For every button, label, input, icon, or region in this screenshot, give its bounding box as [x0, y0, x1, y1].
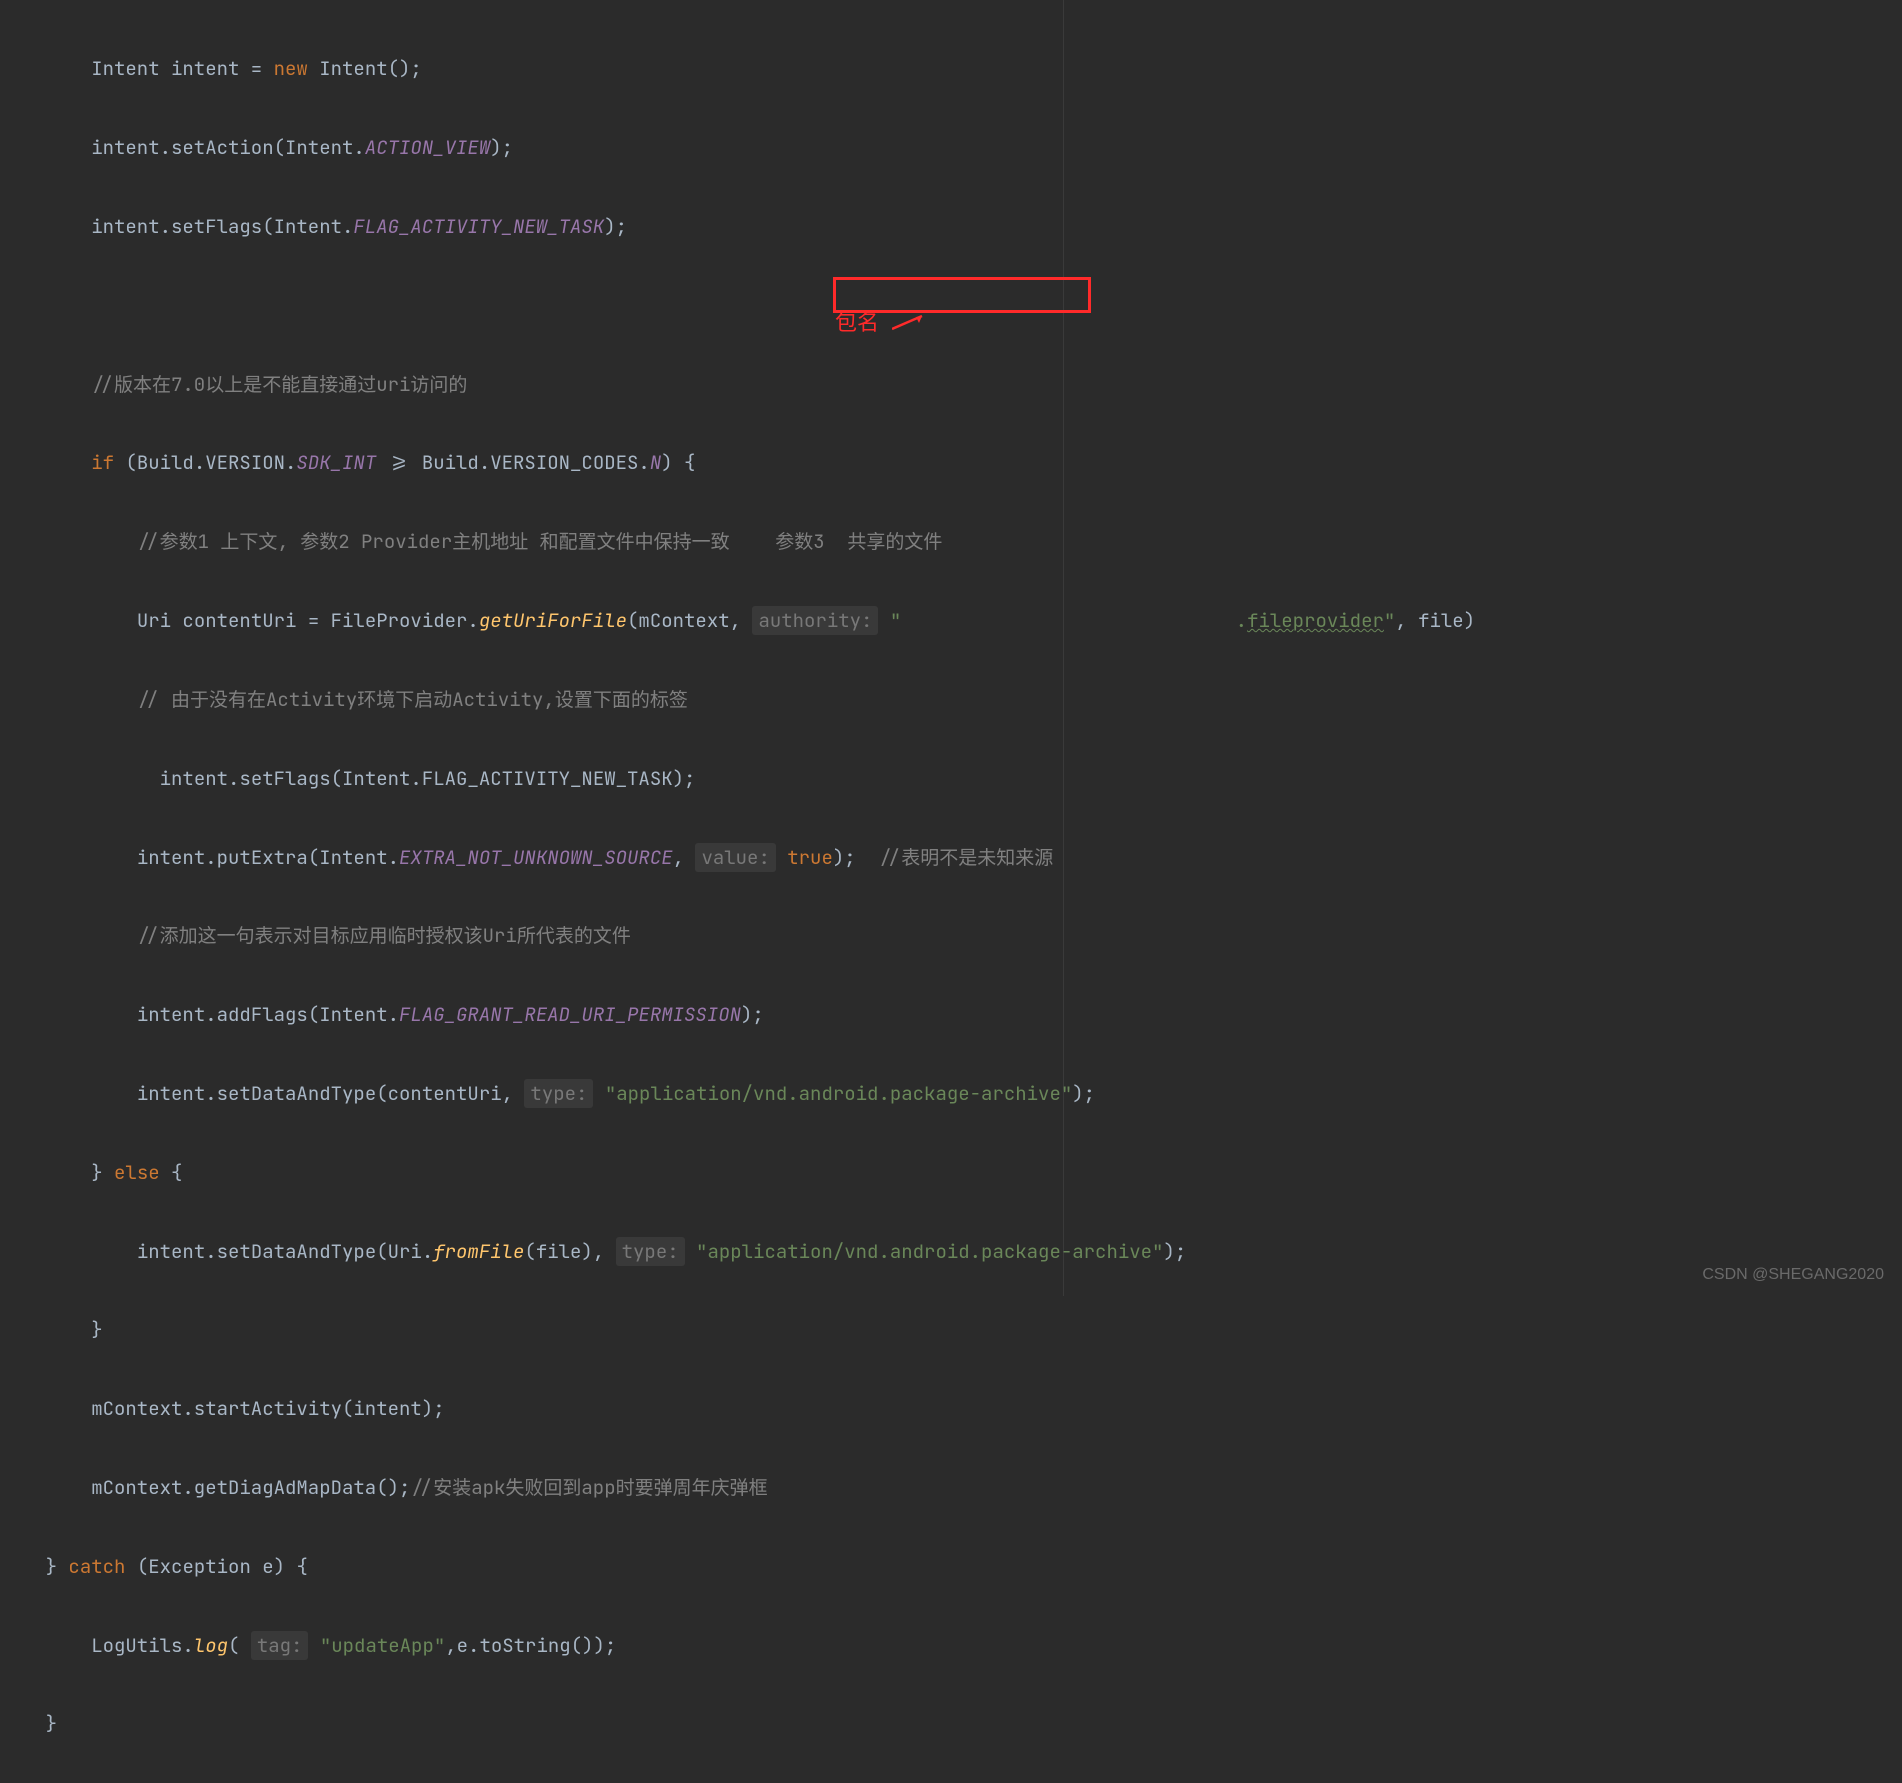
code-text: }: [91, 1317, 102, 1342]
code-comment: //版本在7.0以上是不能直接通过uri访问的: [91, 372, 467, 397]
code-text: } else {: [91, 1160, 182, 1185]
code-text: }: [46, 1711, 57, 1736]
code-text: intent.setDataAndType(contentUri, type: …: [137, 1079, 1095, 1108]
param-hint: tag:: [251, 1631, 309, 1660]
code-text: Uri contentUri = FileProvider.getUriForF…: [137, 606, 1475, 635]
code-editor[interactable]: Intent intent = new Intent(); intent.set…: [0, 0, 1902, 1783]
param-hint: value:: [695, 843, 775, 872]
param-hint: authority:: [752, 606, 878, 635]
code-text: if (Build.VERSION.SDK_INT >= Build.VERSI…: [91, 450, 695, 475]
code-comment: // 由于没有在Activity环境下启动Activity,设置下面的标签: [137, 687, 688, 712]
code-comment: //添加这一句表示对目标应用临时授权该Uri所代表的文件: [137, 923, 631, 948]
code-text: intent.setFlags(Intent.FLAG_ACTIVITY_NEW…: [137, 766, 696, 791]
param-hint: type:: [616, 1237, 685, 1266]
code-comment: //参数1 上下文, 参数2 Provider主机地址 和配置文件中保持一致 参…: [137, 529, 943, 554]
param-hint: type:: [524, 1079, 593, 1108]
code-text: LogUtils.log( tag: "updateApp",e.toStrin…: [91, 1631, 616, 1660]
code-text: mContext.startActivity(intent);: [91, 1396, 444, 1421]
code-text: intent.setDataAndType(Uri.fromFile(file)…: [137, 1237, 1186, 1266]
code-text: mContext.getDiagAdMapData();//安装apk失败回到a…: [91, 1475, 767, 1500]
code-text: intent.setFlags(Intent.FLAG_ACTIVITY_NEW…: [91, 214, 627, 239]
code-text: intent.setAction(Intent.ACTION_VIEW);: [91, 135, 513, 160]
code-text: Intent intent = new Intent();: [91, 56, 422, 81]
code-text: intent.addFlags(Intent.FLAG_GRANT_READ_U…: [137, 1002, 764, 1027]
code-text: } catch (Exception e) {: [46, 1554, 308, 1579]
code-text: intent.putExtra(Intent.EXTRA_NOT_UNKNOWN…: [137, 843, 1053, 872]
watermark: CSDN @SHEGANG2020: [1702, 1266, 1884, 1284]
